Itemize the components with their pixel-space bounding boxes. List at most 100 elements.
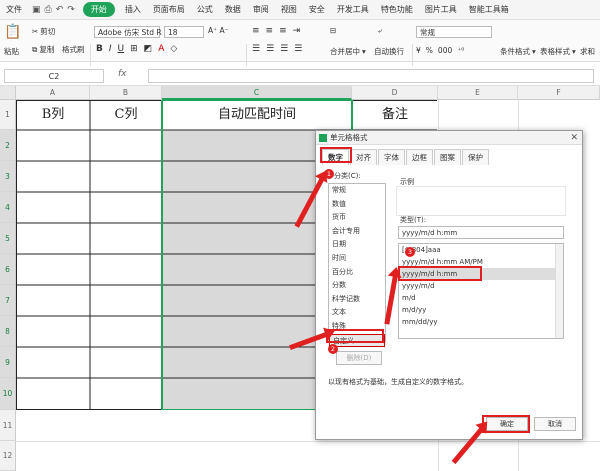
col-header-e[interactable]: E [438, 86, 518, 100]
category-item[interactable]: 数值 [329, 198, 385, 212]
undo-icon[interactable]: ↶ [56, 5, 64, 15]
delete-button[interactable]: 删除(D) [336, 351, 382, 365]
tab-formula[interactable]: 公式 [191, 4, 219, 15]
font-grow-icon[interactable]: A⁺ A⁻ [208, 26, 229, 35]
tab-insert[interactable]: 插入 [119, 4, 147, 15]
row-header-10[interactable]: 10 [0, 378, 16, 410]
align-bottom-icon[interactable]: ≡ [279, 26, 287, 36]
underline-icon[interactable]: U [118, 44, 125, 54]
row-header-7[interactable]: 7 [0, 285, 16, 316]
font-size-select[interactable]: 18 [164, 26, 204, 38]
row-header-12[interactable]: 12 [0, 441, 16, 471]
row-header-2[interactable]: 2 [0, 130, 16, 161]
category-item[interactable]: 百分比 [329, 266, 385, 280]
paste-button[interactable]: 📋 [4, 24, 21, 40]
cancel-button[interactable]: 取消 [534, 417, 576, 431]
row-header-11[interactable]: 11 [0, 410, 16, 441]
row-header-6[interactable]: 6 [0, 254, 16, 285]
clear-icon[interactable]: ◇ [170, 44, 177, 54]
tab-alignment[interactable]: 对齐 [350, 149, 377, 165]
type-item[interactable]: m/d/yy [399, 304, 563, 316]
col-header-d[interactable]: D [352, 86, 438, 100]
tab-security[interactable]: 安全 [303, 4, 331, 15]
type-list[interactable]: [$-804]aaa yyyy/m/d h:mm AM/PM yyyy/m/d … [398, 243, 564, 339]
save-icon[interactable]: ▣ [32, 5, 41, 15]
copy-button[interactable]: ⧉ 复制 [32, 44, 54, 55]
col-header-a[interactable]: A [16, 86, 90, 100]
align-middle-icon[interactable]: ≡ [266, 26, 274, 36]
row-header-3[interactable]: 3 [0, 161, 16, 192]
currency-icon[interactable]: ¥ [416, 46, 421, 55]
print-icon[interactable]: ⎙ [45, 5, 52, 15]
header-cell-time[interactable]: 自动匹配时间 [162, 100, 352, 130]
tab-special[interactable]: 特色功能 [375, 4, 419, 15]
align-left-icon[interactable]: ☰ [252, 44, 260, 54]
decimal-icon[interactable]: ⁺⁰ [457, 46, 464, 55]
tab-pattern[interactable]: 图案 [434, 149, 461, 165]
type-input[interactable]: yyyy/m/d h:mm [398, 226, 564, 239]
category-list[interactable]: 常规 数值 货币 会计专用 日期 时间 百分比 分数 科学记数 文本 特殊 自定… [328, 183, 386, 348]
align-right-icon[interactable]: ☰ [280, 44, 288, 54]
name-box[interactable]: C2 [4, 69, 104, 83]
row-header-9[interactable]: 9 [0, 347, 16, 378]
type-list-scrollbar[interactable] [555, 244, 563, 338]
col-header-c[interactable]: C [162, 86, 352, 100]
sum-button[interactable]: 求和 [580, 46, 595, 57]
header-cell-b[interactable]: B列 [16, 100, 90, 130]
close-icon[interactable]: ✕ [570, 131, 578, 145]
category-item[interactable]: 时间 [329, 252, 385, 266]
menu-file[interactable]: 文件 [0, 4, 28, 15]
category-item[interactable]: 文本 [329, 306, 385, 320]
tab-border[interactable]: 边框 [406, 149, 433, 165]
col-header-f[interactable]: F [518, 86, 600, 100]
bold-icon[interactable]: B [96, 44, 103, 54]
category-item[interactable]: 货币 [329, 211, 385, 225]
tab-smart-tools[interactable]: 智能工具箱 [463, 4, 515, 15]
tab-data[interactable]: 数据 [219, 4, 247, 15]
row-header-1[interactable]: 1 [0, 100, 16, 130]
format-painter-button[interactable]: 格式刷 [62, 44, 85, 55]
category-item[interactable]: 会计专用 [329, 225, 385, 239]
header-cell-c[interactable]: C列 [90, 100, 162, 130]
type-item[interactable]: m/d [399, 292, 563, 304]
type-item[interactable]: [$-804]aaa [399, 244, 563, 256]
tab-page-layout[interactable]: 页面布局 [147, 4, 191, 15]
tab-review[interactable]: 审阅 [247, 4, 275, 15]
category-item[interactable]: 日期 [329, 238, 385, 252]
number-format-select[interactable]: 常规 [416, 26, 492, 38]
category-item[interactable]: 常规 [329, 184, 385, 198]
table-style-button[interactable]: 表格样式 ▾ [540, 46, 576, 57]
font-select[interactable]: Adobe 仿宋 Std R [94, 26, 162, 38]
tab-view[interactable]: 视图 [275, 4, 303, 15]
font-color-icon[interactable]: A [158, 44, 164, 54]
italic-icon[interactable]: I [109, 44, 112, 54]
border-icon[interactable]: ⊞ [130, 44, 138, 54]
row-header-8[interactable]: 8 [0, 316, 16, 347]
tab-font[interactable]: 字体 [378, 149, 405, 165]
type-item[interactable]: mm/dd/yy [399, 316, 563, 328]
redo-icon[interactable]: ↷ [67, 5, 75, 15]
align-top-icon[interactable]: ≡ [252, 26, 260, 36]
tab-protection[interactable]: 保护 [462, 149, 489, 165]
select-all-corner[interactable] [0, 86, 16, 100]
thousands-icon[interactable]: 000 [438, 46, 452, 55]
tab-developer[interactable]: 开发工具 [331, 4, 375, 15]
row-header-4[interactable]: 4 [0, 192, 16, 223]
fill-color-icon[interactable]: ◩ [144, 44, 153, 54]
merge-center-button[interactable]: 合并居中 ▾ [330, 46, 366, 57]
fx-icon[interactable]: fx [118, 69, 127, 79]
category-item[interactable]: 分数 [329, 279, 385, 293]
category-item[interactable]: 科学记数 [329, 293, 385, 307]
indent-icon[interactable]: ⇥ [293, 26, 301, 36]
row-header-5[interactable]: 5 [0, 223, 16, 254]
percent-icon[interactable]: % [426, 46, 433, 55]
align-center-icon[interactable]: ☰ [266, 44, 274, 54]
wrap-text-button[interactable]: 自动换行 [374, 46, 404, 57]
cond-format-button[interactable]: 条件格式 ▾ [500, 46, 536, 57]
formula-input[interactable] [148, 69, 594, 83]
type-item[interactable]: yyyy/m/d [399, 280, 563, 292]
tab-picture-tools[interactable]: 图片工具 [419, 4, 463, 15]
cut-button[interactable]: ✂ 剪切 [32, 26, 55, 37]
tab-start[interactable]: 开始 [82, 2, 115, 17]
col-header-b[interactable]: B [90, 86, 162, 100]
